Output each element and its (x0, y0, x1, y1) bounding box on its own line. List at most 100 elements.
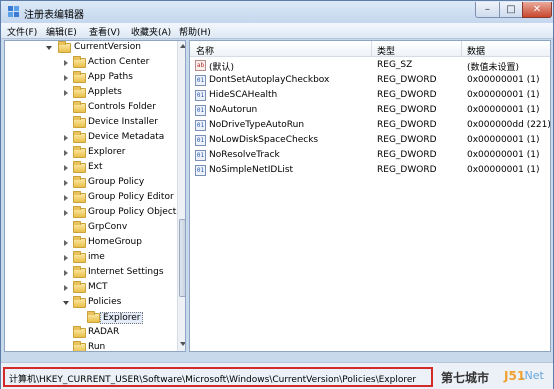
watermark-text: .Net (521, 369, 544, 382)
scroll-down-arrow-icon[interactable] (180, 342, 185, 346)
tree-item[interactable]: Device Installer (5, 116, 180, 131)
expand-arrow-icon[interactable] (64, 135, 68, 141)
tree-item[interactable]: Group Policy (5, 176, 180, 191)
expand-arrow-icon[interactable] (64, 255, 68, 261)
tree-item[interactable]: GrpConv (5, 221, 180, 236)
close-button[interactable]: ✕ (522, 2, 552, 18)
tree-item-label: Group Policy (88, 177, 145, 187)
folder-icon (73, 71, 86, 83)
value-name: HideSCAHealth (209, 90, 278, 100)
value-type: REG_DWORD (377, 150, 437, 160)
folder-icon (73, 191, 86, 203)
tree-item[interactable]: Applets (5, 86, 180, 101)
tree-item[interactable]: Run (5, 341, 180, 351)
table-row[interactable]: 01 HideSCAHealth REG_DWORD 0x00000001 (1… (190, 88, 550, 103)
scrollbar-thumb[interactable] (179, 219, 185, 297)
column-header-type[interactable]: 类型 (377, 44, 395, 57)
tree-item-policies[interactable]: Policies (5, 296, 180, 311)
expand-arrow-icon[interactable] (64, 285, 68, 291)
tree-item-explorer-selected[interactable]: Explorer (5, 311, 180, 326)
folder-icon (73, 101, 86, 113)
scroll-up-arrow-icon[interactable] (180, 44, 185, 48)
tree-item-label: ime (88, 252, 105, 262)
tree-item-label: Group Policy Objects (88, 207, 182, 217)
expand-arrow-icon[interactable] (64, 240, 68, 246)
expand-arrow-icon[interactable] (64, 180, 68, 186)
menu-file[interactable]: 文件(F) (7, 25, 37, 38)
value-name: DontSetAutoplayCheckbox (209, 75, 330, 85)
table-row[interactable]: 01 NoLowDiskSpaceChecks REG_DWORD 0x0000… (190, 133, 550, 148)
dword-value-icon: 01 (195, 135, 206, 146)
collapse-arrow-icon[interactable] (63, 301, 69, 305)
title-bar[interactable]: 注册表编辑器 – □ ✕ (1, 1, 553, 23)
expand-arrow-icon[interactable] (64, 75, 68, 81)
expand-arrow-icon[interactable] (64, 60, 68, 66)
folder-icon (73, 206, 86, 218)
registry-values-list[interactable]: 名称 类型 数据 ab (默认) REG_SZ (数值未设置) 01 DontS… (189, 40, 551, 352)
menu-edit[interactable]: 编辑(E) (46, 25, 77, 38)
menu-favorites[interactable]: 收藏夹(A) (131, 25, 171, 38)
expand-arrow-icon[interactable] (64, 165, 68, 171)
tree-item-currentversion[interactable]: CurrentVersion (5, 41, 180, 56)
regedit-app-icon (8, 6, 19, 17)
folder-open-icon (58, 41, 71, 53)
tree-item[interactable]: HomeGroup (5, 236, 180, 251)
registry-key-tree[interactable]: CurrentVersion Action Center App Paths A… (4, 40, 186, 352)
tree-scrollbar[interactable] (177, 41, 185, 351)
list-header: 名称 类型 数据 (190, 41, 550, 57)
tree-item-label: HomeGroup (88, 237, 142, 247)
folder-icon (73, 56, 86, 68)
expand-arrow-icon[interactable] (64, 150, 68, 156)
tree-item[interactable]: MCT (5, 281, 180, 296)
tree-item-label: Explorer (100, 312, 144, 324)
value-name: NoResolveTrack (209, 150, 280, 160)
tree-item-label: Explorer (88, 147, 126, 157)
tree-item[interactable]: Device Metadata (5, 131, 180, 146)
table-row[interactable]: 01 NoResolveTrack REG_DWORD 0x00000001 (… (190, 148, 550, 163)
tree-item[interactable]: Group Policy Editor (5, 191, 180, 206)
tree-item[interactable]: Explorer (5, 146, 180, 161)
watermark-text: 第七城市 (441, 371, 490, 385)
expand-arrow-icon[interactable] (64, 270, 68, 276)
table-row[interactable]: ab (默认) REG_SZ (数值未设置) (190, 58, 550, 73)
folder-open-icon (73, 296, 86, 308)
tree-item-label: Ext (88, 162, 103, 172)
value-data: 0x000000dd (221) (467, 120, 551, 130)
tree-item[interactable]: Ext (5, 161, 180, 176)
collapse-arrow-icon[interactable] (46, 46, 52, 50)
value-type: REG_SZ (377, 60, 413, 70)
folder-icon (73, 131, 86, 143)
table-row[interactable]: 01 DontSetAutoplayCheckbox REG_DWORD 0x0… (190, 73, 550, 88)
tree-item[interactable]: RADAR (5, 326, 180, 341)
minimize-button[interactable]: – (475, 2, 500, 18)
tree-item-label: CurrentVersion (74, 42, 141, 52)
table-row[interactable]: 01 NoSimpleNetIDList REG_DWORD 0x0000000… (190, 163, 550, 178)
tree-item[interactable]: Action Center (5, 56, 180, 71)
tree-item[interactable]: ime (5, 251, 180, 266)
menu-help[interactable]: 帮助(H) (179, 25, 211, 38)
column-divider[interactable] (461, 41, 462, 57)
tree-item[interactable]: Internet Settings (5, 266, 180, 281)
tree-item[interactable]: App Paths (5, 71, 180, 86)
tree-item-label: Internet Settings (88, 267, 164, 277)
folder-icon (73, 221, 86, 233)
value-type: REG_DWORD (377, 75, 437, 85)
column-header-name[interactable]: 名称 (196, 44, 214, 57)
dword-value-icon: 01 (195, 90, 206, 101)
column-divider[interactable] (371, 41, 372, 57)
table-row[interactable]: 01 NoDriveTypeAutoRun REG_DWORD 0x000000… (190, 118, 550, 133)
tree-item-label: Controls Folder (88, 102, 156, 112)
expand-arrow-icon[interactable] (64, 90, 68, 96)
status-path-highlight: 计算机\HKEY_CURRENT_USER\Software\Microsoft… (3, 367, 433, 387)
tree-item[interactable]: Group Policy Objects (5, 206, 182, 221)
expand-arrow-icon[interactable] (64, 195, 68, 201)
menu-view[interactable]: 查看(V) (89, 25, 120, 38)
registry-editor-window: 注册表编辑器 – □ ✕ 文件(F) 编辑(E) 查看(V) 收藏夹(A) 帮助… (0, 0, 554, 389)
expand-arrow-icon[interactable] (64, 210, 68, 216)
column-header-data[interactable]: 数据 (467, 44, 485, 57)
dword-value-icon: 01 (195, 105, 206, 116)
tree-item[interactable]: Controls Folder (5, 101, 180, 116)
maximize-button[interactable]: □ (499, 2, 523, 18)
table-row[interactable]: 01 NoAutorun REG_DWORD 0x00000001 (1) (190, 103, 550, 118)
folder-icon (73, 236, 86, 248)
